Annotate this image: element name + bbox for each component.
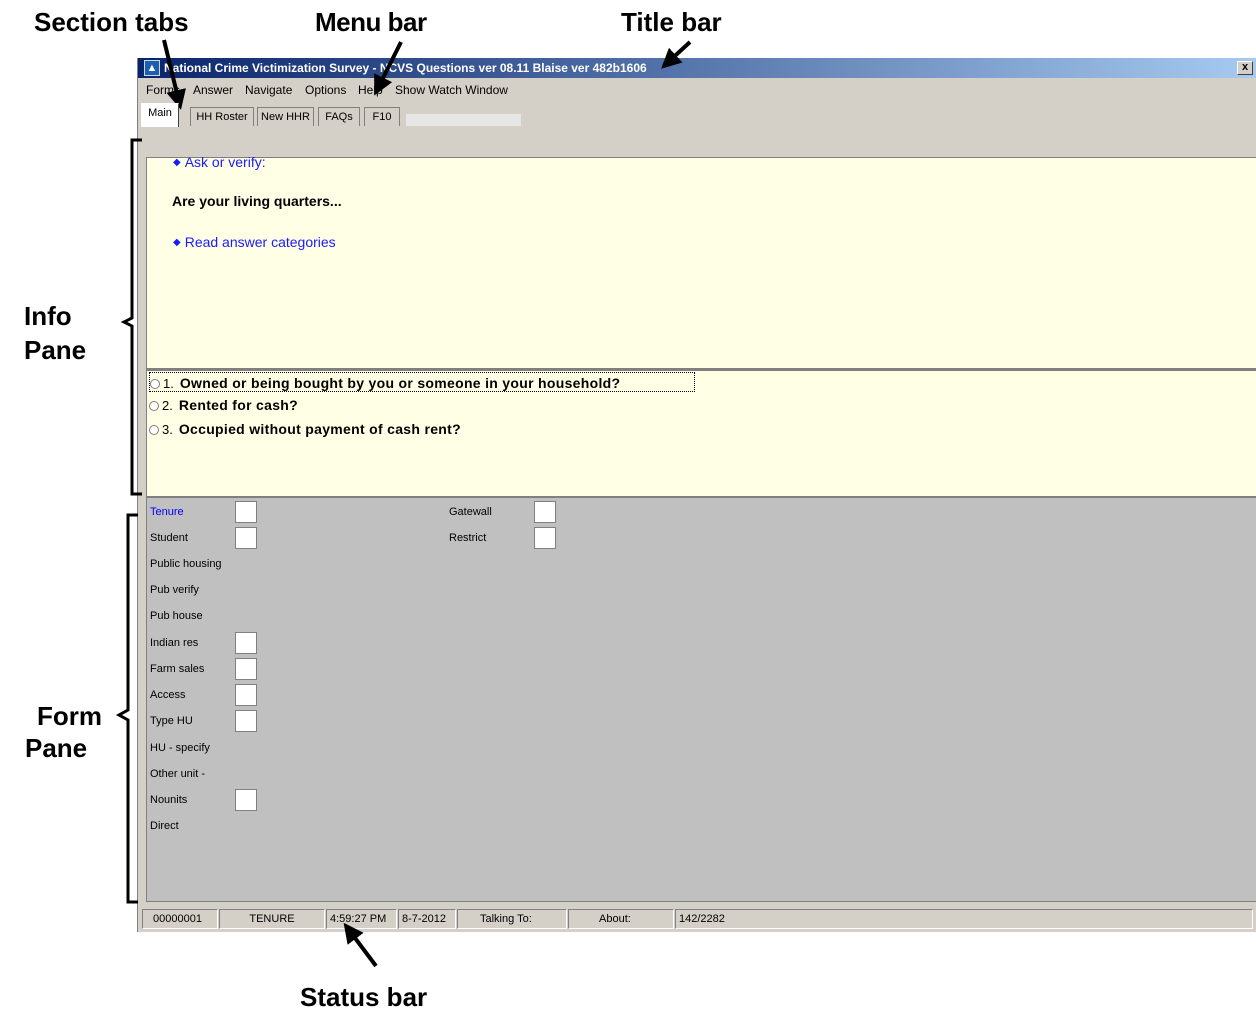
menu-answer[interactable]: Answer xyxy=(193,80,233,100)
field-input-nounits[interactable] xyxy=(235,789,257,811)
tab-main[interactable]: Main xyxy=(141,103,179,127)
field-label-farm-sales[interactable]: Farm sales xyxy=(150,663,204,675)
field-label-gatewall[interactable]: Gatewall xyxy=(449,506,492,518)
field-label-pub-verify[interactable]: Pub verify xyxy=(150,584,199,596)
callout-section-tabs: Section tabs xyxy=(34,7,189,37)
callout-status-bar: Status bar xyxy=(300,982,428,1012)
diamond-icon: ◆ xyxy=(173,237,181,248)
answer-pane: 1. Owned or being bought by you or someon… xyxy=(146,369,1256,497)
section-tabs: Main HH Roster New HHR FAQs F10 xyxy=(138,102,1256,127)
field-input-access[interactable] xyxy=(235,684,257,706)
arrow-status-bar xyxy=(343,922,378,968)
menu-show-watch-window[interactable]: Show Watch Window xyxy=(395,80,508,100)
radio-icon[interactable] xyxy=(149,425,159,435)
menu-navigate[interactable]: Navigate xyxy=(245,80,292,100)
field-input-tenure[interactable] xyxy=(235,501,257,523)
answer-text: Occupied without payment of cash rent? xyxy=(178,421,461,437)
field-label-other-unit[interactable]: Other unit - xyxy=(150,768,205,780)
answer-option-3[interactable]: 3. Occupied without payment of cash rent? xyxy=(149,419,461,439)
instruction-read: ◆ Read answer categories xyxy=(173,234,336,250)
tab-blank xyxy=(406,114,521,126)
field-input-type-hu[interactable] xyxy=(235,710,257,732)
field-label-hu-specify[interactable]: HU - specify xyxy=(150,742,210,754)
field-label-restrict[interactable]: Restrict xyxy=(449,532,486,544)
form-pane: Tenure Student Public housing Pub verify… xyxy=(146,497,1256,902)
status-about: About: xyxy=(568,909,674,929)
field-label-public-housing[interactable]: Public housing xyxy=(150,558,222,570)
question-text: Are your living quarters... xyxy=(172,193,342,209)
field-input-restrict[interactable] xyxy=(534,527,556,549)
title-bar[interactable]: ▲ National Crime Victimization Survey - … xyxy=(138,58,1256,78)
status-date: 8-7-2012 xyxy=(398,909,456,929)
instruction-read-text: Read answer categories xyxy=(184,234,336,250)
answer-option-2[interactable]: 2. Rented for cash? xyxy=(149,395,298,415)
menu-forms[interactable]: Forms xyxy=(146,80,180,100)
answer-text: Rented for cash? xyxy=(178,397,298,413)
radio-icon[interactable] xyxy=(149,401,159,411)
field-input-student[interactable] xyxy=(235,527,257,549)
field-label-student[interactable]: Student xyxy=(150,532,188,544)
brace-form-pane xyxy=(115,513,138,904)
answer-number: 3. xyxy=(162,422,173,437)
info-pane: ◆ Ask or verify: Are your living quarters… xyxy=(146,154,1256,369)
status-case-id: 00000001 xyxy=(142,909,218,929)
callout-form-pane-line1: Form xyxy=(37,701,102,731)
field-label-pub-house[interactable]: Pub house xyxy=(150,610,203,622)
field-label-tenure[interactable]: Tenure xyxy=(150,506,184,518)
status-talking-to: Talking To: xyxy=(457,909,567,929)
field-label-indian-res[interactable]: Indian res xyxy=(150,637,198,649)
instruction-ask-text: Ask or verify: xyxy=(184,154,266,170)
field-input-indian-res[interactable] xyxy=(235,632,257,654)
field-label-nounits[interactable]: Nounits xyxy=(150,794,187,806)
tab-faqs[interactable]: FAQs xyxy=(318,107,360,126)
callout-info-pane-line2: Pane xyxy=(24,335,87,365)
radio-icon[interactable] xyxy=(150,379,160,389)
menu-bar: Forms Answer Navigate Options Help Show … xyxy=(138,80,1256,100)
tab-f10[interactable]: F10 xyxy=(364,107,400,126)
status-position: 142/2282 xyxy=(675,909,1253,929)
field-label-direct[interactable]: Direct xyxy=(150,820,179,832)
menu-options[interactable]: Options xyxy=(305,80,346,100)
field-label-type-hu[interactable]: Type HU xyxy=(150,715,193,727)
status-time: 4:59:27 PM xyxy=(326,909,397,929)
window-title: National Crime Victimization Survey - NC… xyxy=(164,61,647,75)
status-bar: 00000001 TENURE 4:59:27 PM 8-7-2012 Talk… xyxy=(138,909,1256,930)
diamond-icon: ◆ xyxy=(173,157,181,168)
answer-number: 2. xyxy=(162,398,173,413)
callout-title-bar: Title bar xyxy=(621,7,722,37)
callout-info-pane-line1: Info xyxy=(24,301,72,331)
field-input-gatewall[interactable] xyxy=(534,501,556,523)
callout-form-pane-line2: Pane xyxy=(25,733,88,763)
answer-number: 1. xyxy=(163,376,174,391)
field-input-farm-sales[interactable] xyxy=(235,658,257,680)
app-window: ▲ National Crime Victimization Survey - … xyxy=(137,58,1256,932)
app-icon: ▲ xyxy=(144,60,160,76)
tab-hh-roster[interactable]: HH Roster xyxy=(190,107,254,126)
close-button[interactable]: x xyxy=(1237,61,1253,75)
answer-option-1[interactable]: 1. Owned or being bought by you or someon… xyxy=(149,372,695,392)
field-label-access[interactable]: Access xyxy=(150,689,185,701)
instruction-ask: ◆ Ask or verify: xyxy=(173,154,266,170)
menu-help[interactable]: Help xyxy=(358,80,383,100)
answer-text: Owned or being bought by you or someone … xyxy=(179,375,621,391)
tab-new-hhr[interactable]: New HHR xyxy=(257,107,314,126)
callout-menu-bar: Menu bar xyxy=(315,7,427,37)
status-field-name: TENURE xyxy=(219,909,325,929)
